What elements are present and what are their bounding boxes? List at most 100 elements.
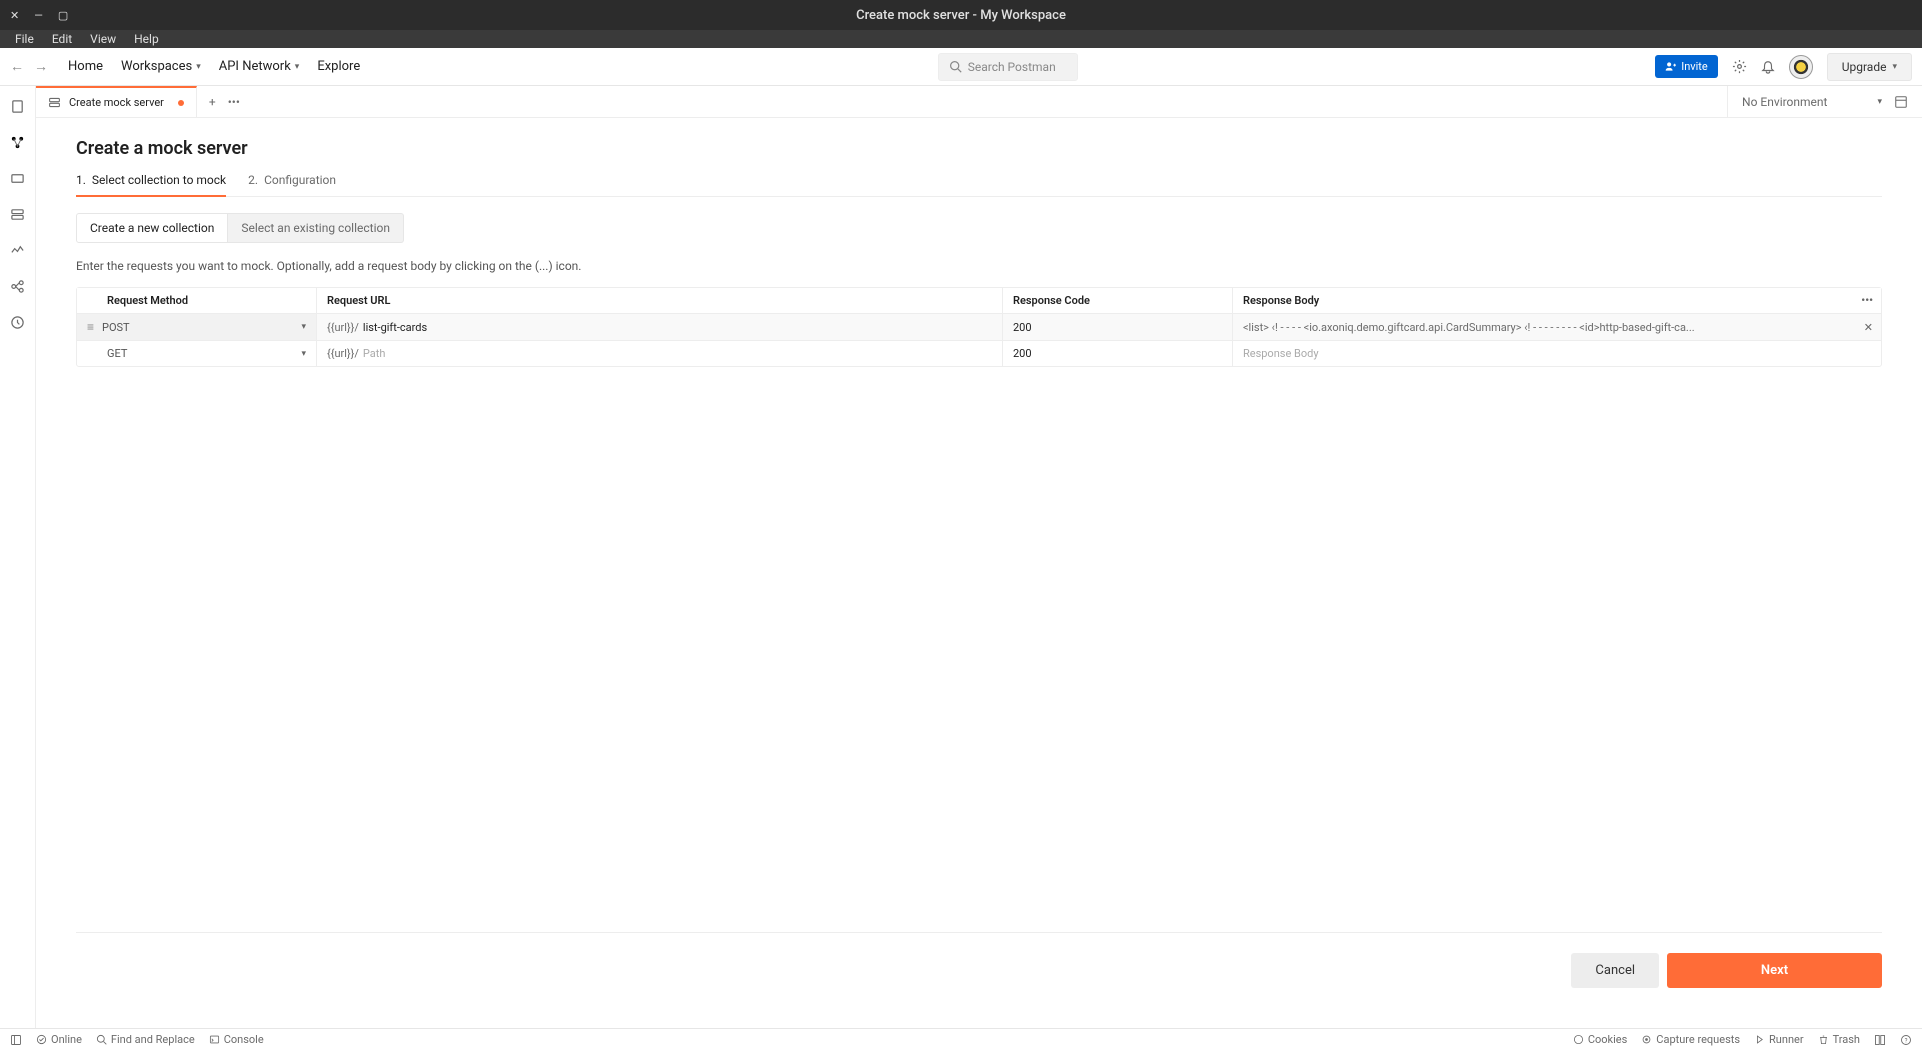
user-avatar[interactable] (1789, 55, 1813, 79)
body-input[interactable]: Response Body (1243, 347, 1319, 360)
menu-edit[interactable]: Edit (43, 30, 81, 48)
capture-icon (1641, 1034, 1652, 1045)
nav-home[interactable]: Home (68, 59, 103, 74)
method-value: GET (107, 347, 127, 360)
col-code: Response Code (1003, 288, 1233, 313)
unsaved-indicator-icon (178, 100, 184, 106)
find-replace-label: Find and Replace (111, 1033, 195, 1046)
step-configuration[interactable]: 2. Configuration (248, 173, 336, 196)
body-cell[interactable]: <list> ‹! - - - - <io.axoniq.demo.giftca… (1233, 314, 1881, 340)
capture-requests-button[interactable]: Capture requests (1641, 1033, 1740, 1046)
drag-handle-icon[interactable]: ≡ (87, 320, 94, 334)
runner-button[interactable]: Runner (1754, 1033, 1804, 1046)
window-minimize-icon[interactable]: — (34, 9, 43, 22)
search-input[interactable]: Search Postman (938, 53, 1078, 81)
svg-text:?: ? (1905, 1037, 1908, 1044)
step-label: Configuration (264, 173, 336, 188)
remove-row-icon[interactable]: ✕ (1864, 321, 1873, 334)
invite-button[interactable]: Invite (1655, 55, 1718, 78)
flows-icon[interactable] (10, 278, 26, 294)
code-cell[interactable]: 200 (1003, 341, 1233, 366)
statusbar: Online Find and Replace Console Cookies … (0, 1028, 1922, 1050)
col-url: Request URL (317, 288, 1003, 313)
invite-label: Invite (1681, 60, 1708, 73)
window-title: Create mock server - My Workspace (856, 8, 1066, 23)
runner-icon (1754, 1034, 1765, 1045)
tab-create-mock-server[interactable]: Create mock server (36, 86, 197, 117)
cookies-button[interactable]: Cookies (1573, 1033, 1627, 1046)
url-cell[interactable]: {{url}}/ list-gift-cards (317, 314, 1003, 340)
menu-help[interactable]: Help (125, 30, 168, 48)
monitors-icon[interactable] (10, 242, 26, 258)
step-number: 1. (76, 173, 86, 187)
trash-button[interactable]: Trash (1818, 1033, 1860, 1046)
col-body: Response Body ••• (1233, 288, 1881, 313)
nav-workspaces[interactable]: Workspaces ▾ (121, 59, 201, 74)
url-cell[interactable]: {{url}}/ Path (317, 341, 1003, 366)
environment-label: No Environment (1742, 95, 1827, 109)
nav-api-network[interactable]: API Network ▾ (219, 59, 300, 74)
chevron-down-icon: ▾ (196, 62, 201, 72)
status-online[interactable]: Online (36, 1033, 82, 1046)
upgrade-button[interactable]: Upgrade ▾ (1827, 53, 1912, 81)
method-cell[interactable]: GET ▾ (77, 341, 317, 366)
search-icon (96, 1034, 107, 1045)
window-titlebar: ✕ — ▢ Create mock server - My Workspace (0, 0, 1922, 30)
window-close-icon[interactable]: ✕ (10, 9, 19, 22)
step-select-collection[interactable]: 1. Select collection to mock (76, 173, 226, 197)
mock-server-icon (48, 96, 61, 109)
menu-file[interactable]: File (6, 30, 43, 48)
layout-icon[interactable] (1874, 1033, 1886, 1046)
notifications-icon[interactable] (1761, 60, 1775, 74)
nav-forward-icon[interactable]: → (34, 58, 48, 75)
menu-view[interactable]: View (81, 30, 125, 48)
collection-source-tabs: Create a new collection Select an existi… (76, 213, 1882, 243)
settings-icon[interactable] (1732, 59, 1747, 74)
method-select[interactable]: POST ▾ (102, 321, 306, 334)
environments-icon[interactable] (10, 170, 26, 186)
environment-quicklook-icon[interactable] (1894, 95, 1908, 109)
steps-nav: 1. Select collection to mock 2. Configur… (76, 173, 1882, 197)
sidebar-toggle-icon[interactable] (10, 1034, 22, 1046)
page-title: Create a mock server (76, 138, 1882, 159)
body-input[interactable]: <list> ‹! - - - - <io.axoniq.demo.giftca… (1243, 321, 1695, 334)
code-input[interactable]: 200 (1013, 347, 1032, 360)
history-icon[interactable] (10, 314, 26, 330)
chevron-down-icon: ▾ (301, 349, 306, 359)
method-cell[interactable]: ≡ POST ▾ (77, 314, 317, 340)
left-sidebar (0, 86, 36, 1028)
status-online-label: Online (51, 1033, 82, 1046)
url-prefix: {{url}}/ (327, 347, 359, 360)
chevron-down-icon: ▾ (295, 62, 300, 72)
cancel-button[interactable]: Cancel (1571, 953, 1659, 988)
online-icon (36, 1034, 47, 1045)
table-options-icon[interactable]: ••• (1861, 294, 1873, 307)
body-cell[interactable]: Response Body (1233, 341, 1881, 366)
url-path-input[interactable]: list-gift-cards (363, 321, 427, 334)
col-method: Request Method (77, 288, 317, 313)
console-button[interactable]: Console (209, 1033, 264, 1046)
invite-icon (1665, 61, 1676, 72)
tab-options-icon[interactable]: ••• (228, 95, 240, 109)
subtab-create-new[interactable]: Create a new collection (76, 213, 228, 243)
method-select[interactable]: GET ▾ (107, 347, 306, 360)
chevron-down-icon: ▾ (1877, 97, 1882, 107)
url-prefix: {{url}}/ (327, 321, 359, 334)
subtab-select-existing[interactable]: Select an existing collection (228, 213, 404, 243)
help-icon[interactable]: ? (1900, 1033, 1912, 1046)
new-tab-icon[interactable]: + (209, 95, 216, 109)
window-maximize-icon[interactable]: ▢ (58, 9, 68, 22)
chevron-down-icon: ▾ (301, 322, 306, 332)
nav-explore[interactable]: Explore (317, 59, 360, 74)
environment-selector[interactable]: No Environment ▾ (1742, 95, 1882, 109)
menubar: File Edit View Help (0, 30, 1922, 48)
code-input[interactable]: 200 (1013, 321, 1032, 334)
collections-icon[interactable] (10, 98, 26, 114)
next-button[interactable]: Next (1667, 953, 1882, 988)
mock-servers-icon[interactable] (10, 206, 26, 222)
find-replace-button[interactable]: Find and Replace (96, 1033, 195, 1046)
apis-icon[interactable] (10, 134, 26, 150)
url-path-input[interactable]: Path (363, 347, 386, 360)
code-cell[interactable]: 200 (1003, 314, 1233, 340)
nav-back-icon[interactable]: ← (10, 58, 24, 75)
